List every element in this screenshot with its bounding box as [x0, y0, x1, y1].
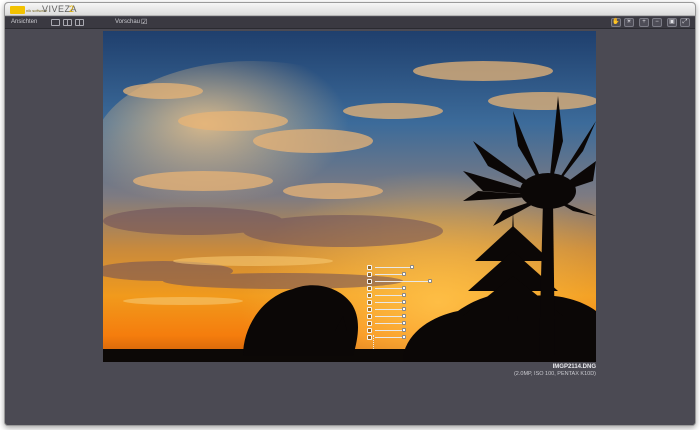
slider-knob[interactable] — [402, 321, 406, 325]
control-point-slider-green[interactable] — [367, 321, 437, 327]
control-point-slider-warmth[interactable] — [367, 307, 437, 313]
slider-knob[interactable] — [402, 286, 406, 290]
app-window: nik software VIVEZA 2 Ansichten Vorschau… — [4, 2, 696, 426]
slider-knob[interactable] — [402, 307, 406, 311]
toolbar: Ansichten Vorschau ☑ ✋ ☀ + − ▣ ⤢ — [5, 17, 695, 29]
fullscreen-icon[interactable]: ⤢ — [680, 18, 690, 27]
control-point-anchor[interactable] — [373, 335, 375, 349]
slider-track[interactable] — [375, 337, 405, 338]
slider-track[interactable] — [375, 274, 405, 275]
control-point-slider-red[interactable] — [367, 314, 437, 320]
zoom-out-icon[interactable]: − — [652, 18, 662, 27]
title-bar: nik software VIVEZA 2 — [5, 3, 695, 16]
slider-knob[interactable] — [402, 293, 406, 297]
brightness-icon — [367, 272, 372, 277]
side-by-side-view-button[interactable] — [75, 19, 84, 26]
red-icon — [367, 314, 372, 319]
zoom-in-icon[interactable]: + — [639, 18, 649, 27]
contrast-icon — [367, 279, 372, 284]
preview-label: Vorschau — [115, 19, 141, 25]
slider-knob[interactable] — [402, 314, 406, 318]
image-filename: IMGP2114.DNG — [552, 364, 596, 370]
slider-knob[interactable] — [402, 335, 406, 339]
slider-track[interactable] — [375, 309, 405, 310]
preview-checkbox[interactable]: ☑ — [141, 18, 147, 26]
nik-logo-icon — [10, 6, 25, 14]
green-icon — [367, 321, 372, 326]
slider-track[interactable] — [375, 295, 405, 296]
slider-track[interactable] — [375, 267, 413, 268]
control-point-slider-shadows[interactable] — [367, 300, 437, 306]
size-icon — [367, 265, 372, 270]
brightness-icon[interactable]: ☀ — [624, 18, 634, 27]
hue-icon — [367, 335, 372, 340]
slider-knob[interactable] — [410, 265, 414, 269]
slider-knob[interactable] — [402, 300, 406, 304]
control-point-slider-brightness[interactable] — [367, 272, 437, 278]
control-point[interactable] — [367, 265, 437, 349]
slider-knob[interactable] — [402, 328, 406, 332]
fit-screen-icon[interactable]: ▣ — [667, 18, 677, 27]
slider-knob[interactable] — [402, 272, 406, 276]
control-point-slider-saturation[interactable] — [367, 286, 437, 292]
control-point-slider-blue[interactable] — [367, 328, 437, 334]
hand-tool-icon[interactable]: ✋ — [611, 18, 621, 27]
view-label: Ansichten — [11, 19, 38, 25]
slider-track[interactable] — [375, 330, 405, 331]
blue-icon — [367, 328, 372, 333]
control-point-slider-structure[interactable] — [367, 293, 437, 299]
shadows-icon — [367, 300, 372, 305]
app-version: 2 — [69, 4, 75, 14]
photo-preview[interactable] — [103, 31, 596, 362]
control-point-slider-contrast[interactable] — [367, 279, 437, 285]
slider-track[interactable] — [375, 281, 431, 282]
slider-track[interactable] — [375, 302, 405, 303]
control-point-slider-size[interactable] — [367, 265, 437, 271]
slider-track[interactable] — [375, 323, 405, 324]
single-view-button[interactable] — [51, 19, 60, 26]
warmth-icon — [367, 307, 372, 312]
slider-track[interactable] — [375, 288, 405, 289]
split-view-button[interactable] — [63, 19, 72, 26]
slider-track[interactable] — [375, 316, 405, 317]
control-point-slider-hue[interactable] — [367, 335, 437, 341]
slider-knob[interactable] — [428, 279, 432, 283]
image-metadata: (2.0MP, ISO 100, PENTAX K10D) — [513, 371, 596, 377]
structure-icon — [367, 293, 372, 298]
saturation-icon — [367, 286, 372, 291]
